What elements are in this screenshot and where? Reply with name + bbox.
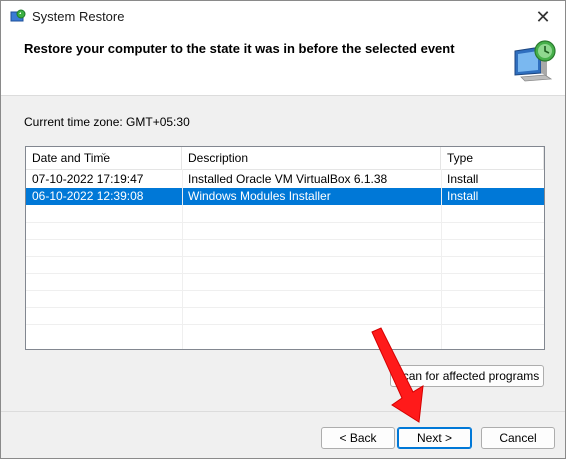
- grid-divider: [441, 169, 442, 349]
- row-type: Install: [447, 172, 479, 186]
- grid-divider: [26, 324, 544, 325]
- grid-divider: [182, 169, 183, 349]
- restore-points-list[interactable]: Date and Time ⌄ Description Type 07-10-2…: [25, 146, 545, 350]
- close-button[interactable]: ✕: [521, 1, 565, 33]
- row-date: 07-10-2022 17:19:47: [32, 172, 144, 186]
- system-restore-monitor-icon: [514, 40, 556, 82]
- row-description: Windows Modules Installer: [188, 189, 331, 203]
- grid-divider: [26, 256, 544, 257]
- column-header-description[interactable]: Description: [182, 147, 441, 169]
- column-header-date[interactable]: Date and Time ⌄: [26, 147, 182, 169]
- scan-affected-programs-button[interactable]: Scan for affected programs: [390, 365, 544, 387]
- list-header: Date and Time ⌄ Description Type: [26, 147, 544, 170]
- header-title: Restore your computer to the state it wa…: [24, 41, 455, 56]
- row-description: Installed Oracle VM VirtualBox 6.1.38: [188, 172, 388, 186]
- window-title: System Restore: [32, 9, 125, 24]
- grid-divider: [26, 273, 544, 274]
- next-button[interactable]: Next >: [397, 427, 472, 449]
- close-icon: ✕: [535, 6, 551, 27]
- column-header-type[interactable]: Type: [441, 147, 544, 169]
- grid-divider: [26, 239, 544, 240]
- grid-divider: [26, 222, 544, 223]
- back-button[interactable]: < Back: [321, 427, 395, 449]
- title-bar: System Restore ✕: [1, 1, 565, 33]
- sort-descending-icon: ⌄: [100, 147, 108, 157]
- row-type: Install: [447, 189, 479, 203]
- table-row[interactable]: 07-10-2022 17:19:47 Installed Oracle VM …: [26, 171, 544, 188]
- timezone-label: Current time zone: GMT+05:30: [24, 115, 190, 129]
- header-panel: Restore your computer to the state it wa…: [1, 33, 565, 96]
- system-restore-window: System Restore ✕ Restore your computer t…: [0, 0, 566, 459]
- grid-divider: [26, 307, 544, 308]
- grid-divider: [26, 290, 544, 291]
- row-date: 06-10-2022 12:39:08: [32, 189, 144, 203]
- cancel-button[interactable]: Cancel: [481, 427, 555, 449]
- system-restore-app-icon: [10, 9, 26, 22]
- footer-divider: [1, 411, 565, 412]
- table-row-selected[interactable]: 06-10-2022 12:39:08 Windows Modules Inst…: [26, 188, 544, 205]
